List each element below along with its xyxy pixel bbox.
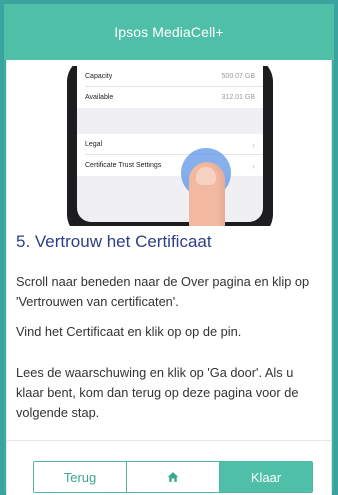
instruction-paragraph: Vind het Certificaat en klik op op de pi… (16, 324, 242, 339)
fingernail (196, 167, 216, 185)
done-button-label: Klaar (250, 469, 282, 485)
home-button[interactable] (126, 462, 219, 492)
settings-row-available: Available 312.01 GB (77, 87, 263, 108)
settings-row-legal: Legal › (77, 134, 263, 155)
nav-button-group: Terug Klaar (33, 461, 313, 493)
settings-row-label: Available (85, 94, 114, 101)
back-button-label: Terug (63, 469, 97, 485)
chevron-right-icon: › (252, 139, 255, 150)
instruction-paragraph: Lees de waarschuwing en klik op 'Ga door… (16, 365, 299, 420)
instruction-paragraph: Scroll naar beneden naar de Over pagina … (16, 274, 310, 309)
settings-row-label: Legal (85, 141, 103, 148)
app-header: Ipsos MediaCell+ (4, 4, 334, 60)
step-title: 5. Vertrouw het Certificaat (16, 232, 212, 251)
app-title: Ipsos MediaCell+ (114, 24, 224, 40)
nav-footer: Terug Klaar (7, 440, 331, 495)
instruction-card: Capacity 500.07 GB Available 312.01 GB L… (6, 60, 332, 495)
phone-screen: Capacity 500.07 GB Available 312.01 GB L… (77, 66, 263, 222)
settings-row-certificate-trust: Certificate Trust Settings › (77, 155, 263, 176)
home-icon (167, 472, 179, 482)
done-button[interactable]: Klaar (219, 462, 312, 492)
instruction-illustration: Capacity 500.07 GB Available 312.01 GB L… (53, 66, 287, 226)
settings-row-label: Capacity (85, 73, 113, 80)
chevron-right-icon: › (252, 160, 255, 171)
back-button[interactable]: Terug (34, 462, 126, 492)
settings-row-value: 312.01 GB (221, 94, 255, 101)
settings-row-capacity: Capacity 500.07 GB (77, 66, 263, 87)
settings-row-label: Certificate Trust Settings (85, 162, 162, 169)
settings-row-value: 500.07 GB (221, 73, 255, 80)
